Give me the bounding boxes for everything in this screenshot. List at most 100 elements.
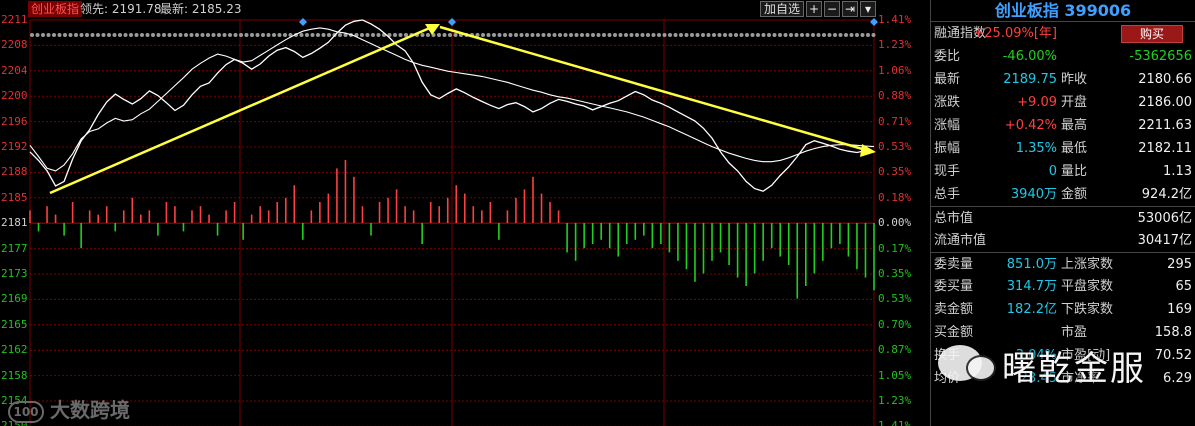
wechat-account-name: 曙乾金服	[1002, 349, 1146, 389]
marker-dot	[778, 33, 782, 37]
marker-dot	[767, 33, 771, 37]
chart-canvas[interactable]	[0, 0, 930, 426]
marker-dot	[134, 33, 139, 37]
plus-icon[interactable]: +	[806, 1, 822, 17]
buy-button[interactable]: 购买	[1121, 25, 1183, 43]
quote-row: 卖金额 182.2亿 下跌家数 169	[931, 298, 1195, 321]
percent-tick-label: 0.35%	[878, 267, 912, 280]
marker-dot	[145, 33, 150, 37]
quote-label: 最新	[934, 72, 961, 87]
marker-dot	[398, 33, 403, 37]
marker-dot	[646, 33, 650, 37]
dropdown-icon[interactable]: ▾	[860, 1, 876, 17]
marker-dot	[492, 33, 496, 37]
marker-dot	[871, 33, 876, 37]
latest-value: 2185.23	[191, 2, 242, 16]
minus-icon[interactable]: −	[824, 1, 840, 17]
jump-icon[interactable]: ⇥	[842, 1, 858, 17]
marker-dot	[783, 33, 788, 37]
marker-dot	[640, 33, 645, 37]
price-tick-label: 2165	[1, 317, 28, 331]
percent-tick-label: 1.06%	[878, 63, 912, 77]
marker-dot	[525, 33, 529, 37]
marker-dot	[613, 33, 617, 37]
marker-dot	[140, 33, 144, 37]
percent-tick-label: 0.88%	[878, 89, 912, 103]
wechat-icon-small	[966, 355, 996, 381]
marker-dot	[530, 33, 535, 37]
latest-indicator: 最新: 2185.23	[160, 1, 242, 17]
percent-tick-label: 0.18%	[878, 190, 912, 204]
quote-row: 委比 -46.00% -5362656	[931, 45, 1195, 68]
quote-value: 3940万	[1010, 187, 1057, 202]
marker-dot	[855, 33, 859, 37]
percent-tick-label: 1.41%	[878, 419, 912, 426]
marker-dot	[629, 33, 634, 37]
marker-dot	[541, 33, 546, 37]
marker-dot	[651, 33, 656, 37]
marker-dot	[189, 33, 194, 37]
quote-value: 2211.63	[1138, 118, 1192, 133]
marker-dot	[217, 33, 221, 37]
marker-dot	[563, 33, 568, 37]
marker-dot	[838, 33, 843, 37]
quote-label: 涨幅	[934, 118, 961, 133]
price-tick-label: 2200	[1, 89, 28, 103]
marker-dot	[272, 33, 276, 37]
marker-dot	[151, 33, 155, 37]
marker-dot	[800, 33, 804, 37]
percent-tick-label: 0.87%	[878, 343, 912, 357]
quote-label: 上涨家数	[1061, 257, 1114, 272]
lead-label: 领先:	[80, 2, 109, 16]
marker-dot	[79, 33, 84, 37]
index-name-chip[interactable]: 创业板指	[28, 1, 83, 17]
price-tick-label: 2188	[1, 165, 28, 179]
quote-value: 2180.66	[1138, 72, 1192, 87]
latest-label: 最新:	[160, 2, 189, 16]
lead-indicator: 领先: 2191.78	[80, 1, 162, 17]
quote-value: -46.00%	[1002, 49, 1057, 64]
quote-label: 量比	[1061, 164, 1088, 179]
percent-tick-label: 1.23%	[878, 38, 912, 52]
marker-dot	[712, 33, 716, 37]
quote-value: 0	[1048, 164, 1057, 179]
quote-value: 924.2亿	[1141, 187, 1192, 202]
marker-dot	[679, 33, 683, 37]
percent-tick-label: 1.41%	[878, 13, 912, 26]
marker-dot	[244, 33, 249, 37]
quote-value: +0.42%	[1004, 118, 1057, 133]
event-diamond	[870, 18, 878, 26]
marker-dot	[35, 33, 40, 37]
quote-value: 851.0万	[1006, 257, 1057, 272]
price-tick-label: 2211	[1, 13, 28, 26]
marker-dot	[112, 33, 117, 37]
marker-dot	[211, 33, 216, 37]
percent-tick-label: 0.70%	[878, 317, 912, 331]
marker-dot	[811, 33, 815, 37]
percent-tick-label: 0.71%	[878, 114, 912, 128]
price-tick-label: 2185	[1, 190, 28, 204]
marker-dot	[849, 33, 854, 37]
marker-dot	[239, 33, 243, 37]
marker-dot	[321, 33, 326, 37]
intraday-chart[interactable]: 创业板指 领先: 2191.78 最新: 2185.23 加自选 + − ⇥ ▾…	[0, 0, 930, 426]
event-diamond	[299, 18, 307, 26]
quote-label: 平盘家数	[1061, 279, 1114, 294]
marker-dot	[794, 33, 799, 37]
marker-dot	[684, 33, 689, 37]
marker-dot	[701, 33, 705, 37]
marker-dot	[310, 33, 315, 37]
quote-label: 现手	[934, 164, 961, 179]
marker-dot	[739, 33, 744, 37]
chart-topbar: 创业板指 领先: 2191.78 最新: 2185.23 加自选 + − ⇥ ▾	[0, 0, 930, 18]
marker-dot	[486, 33, 491, 37]
quote-label: 金额	[1061, 187, 1088, 202]
marker-dot	[607, 33, 612, 37]
quote-value: 169	[1167, 302, 1192, 317]
add-watchlist-button[interactable]: 加自选	[760, 1, 805, 17]
quote-label: 涨跌	[934, 95, 961, 110]
price-tick-label: 2181	[1, 216, 28, 230]
percent-tick-label: 0.17%	[878, 241, 912, 255]
percent-tick-label: 1.05%	[878, 368, 912, 382]
marker-dot	[816, 33, 821, 37]
